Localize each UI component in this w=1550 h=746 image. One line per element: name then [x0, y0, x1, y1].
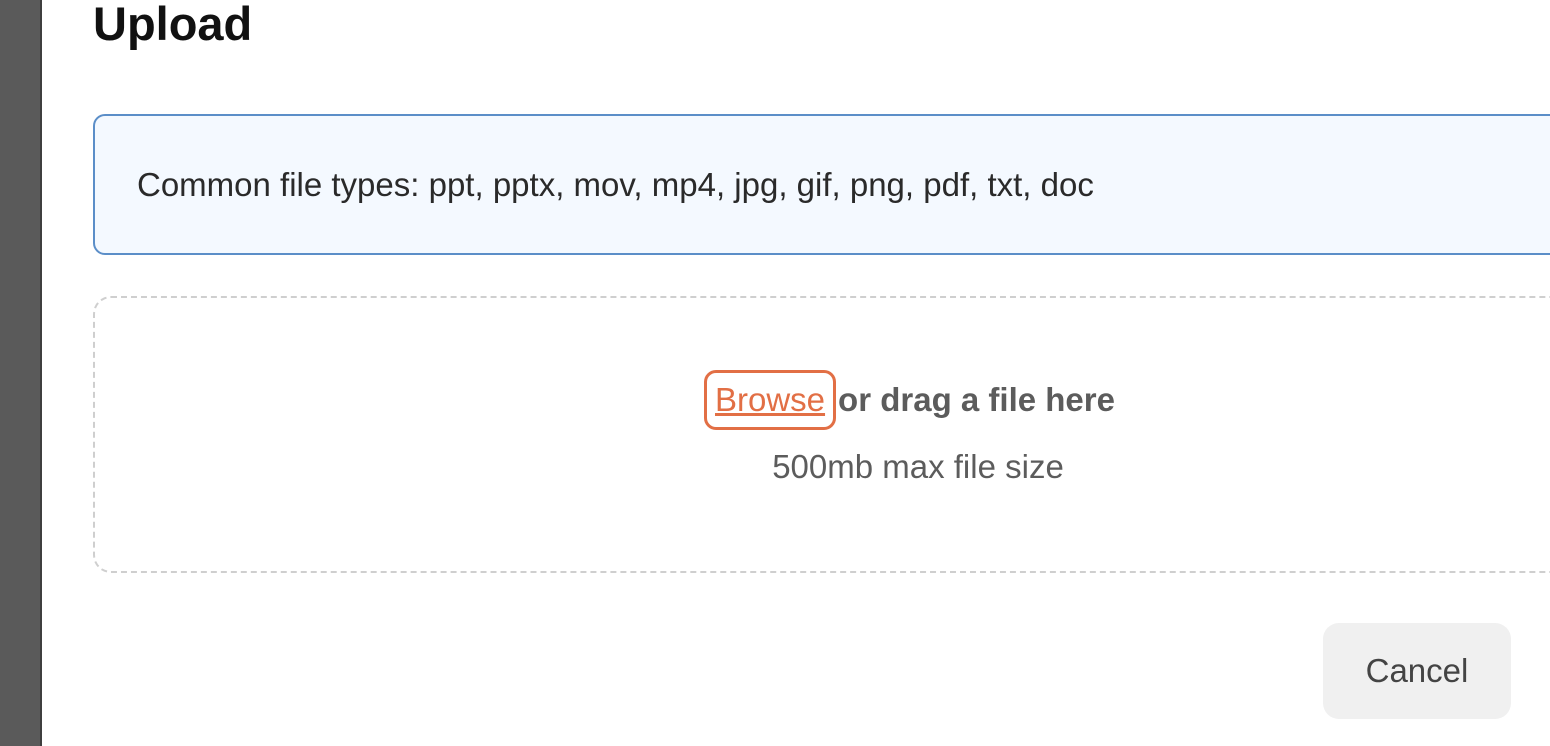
- cancel-button[interactable]: Cancel: [1323, 623, 1511, 719]
- upload-dialog: Upload Common file types: ppt, pptx, mov…: [40, 0, 1550, 746]
- file-types-text: Common file types: ppt, pptx, mov, mp4, …: [137, 166, 1094, 203]
- dropzone-prompt: Browse or drag a file here: [704, 368, 1115, 432]
- file-types-info-box: Common file types: ppt, pptx, mov, mp4, …: [93, 114, 1550, 255]
- max-file-size-text: 500mb max file size: [772, 448, 1064, 485]
- file-dropzone[interactable]: Browse or drag a file here 500mb max fil…: [93, 296, 1550, 573]
- drag-hint-text: or drag a file here: [838, 381, 1115, 418]
- browse-link[interactable]: Browse: [704, 370, 837, 430]
- dialog-title: Upload: [93, 0, 253, 50]
